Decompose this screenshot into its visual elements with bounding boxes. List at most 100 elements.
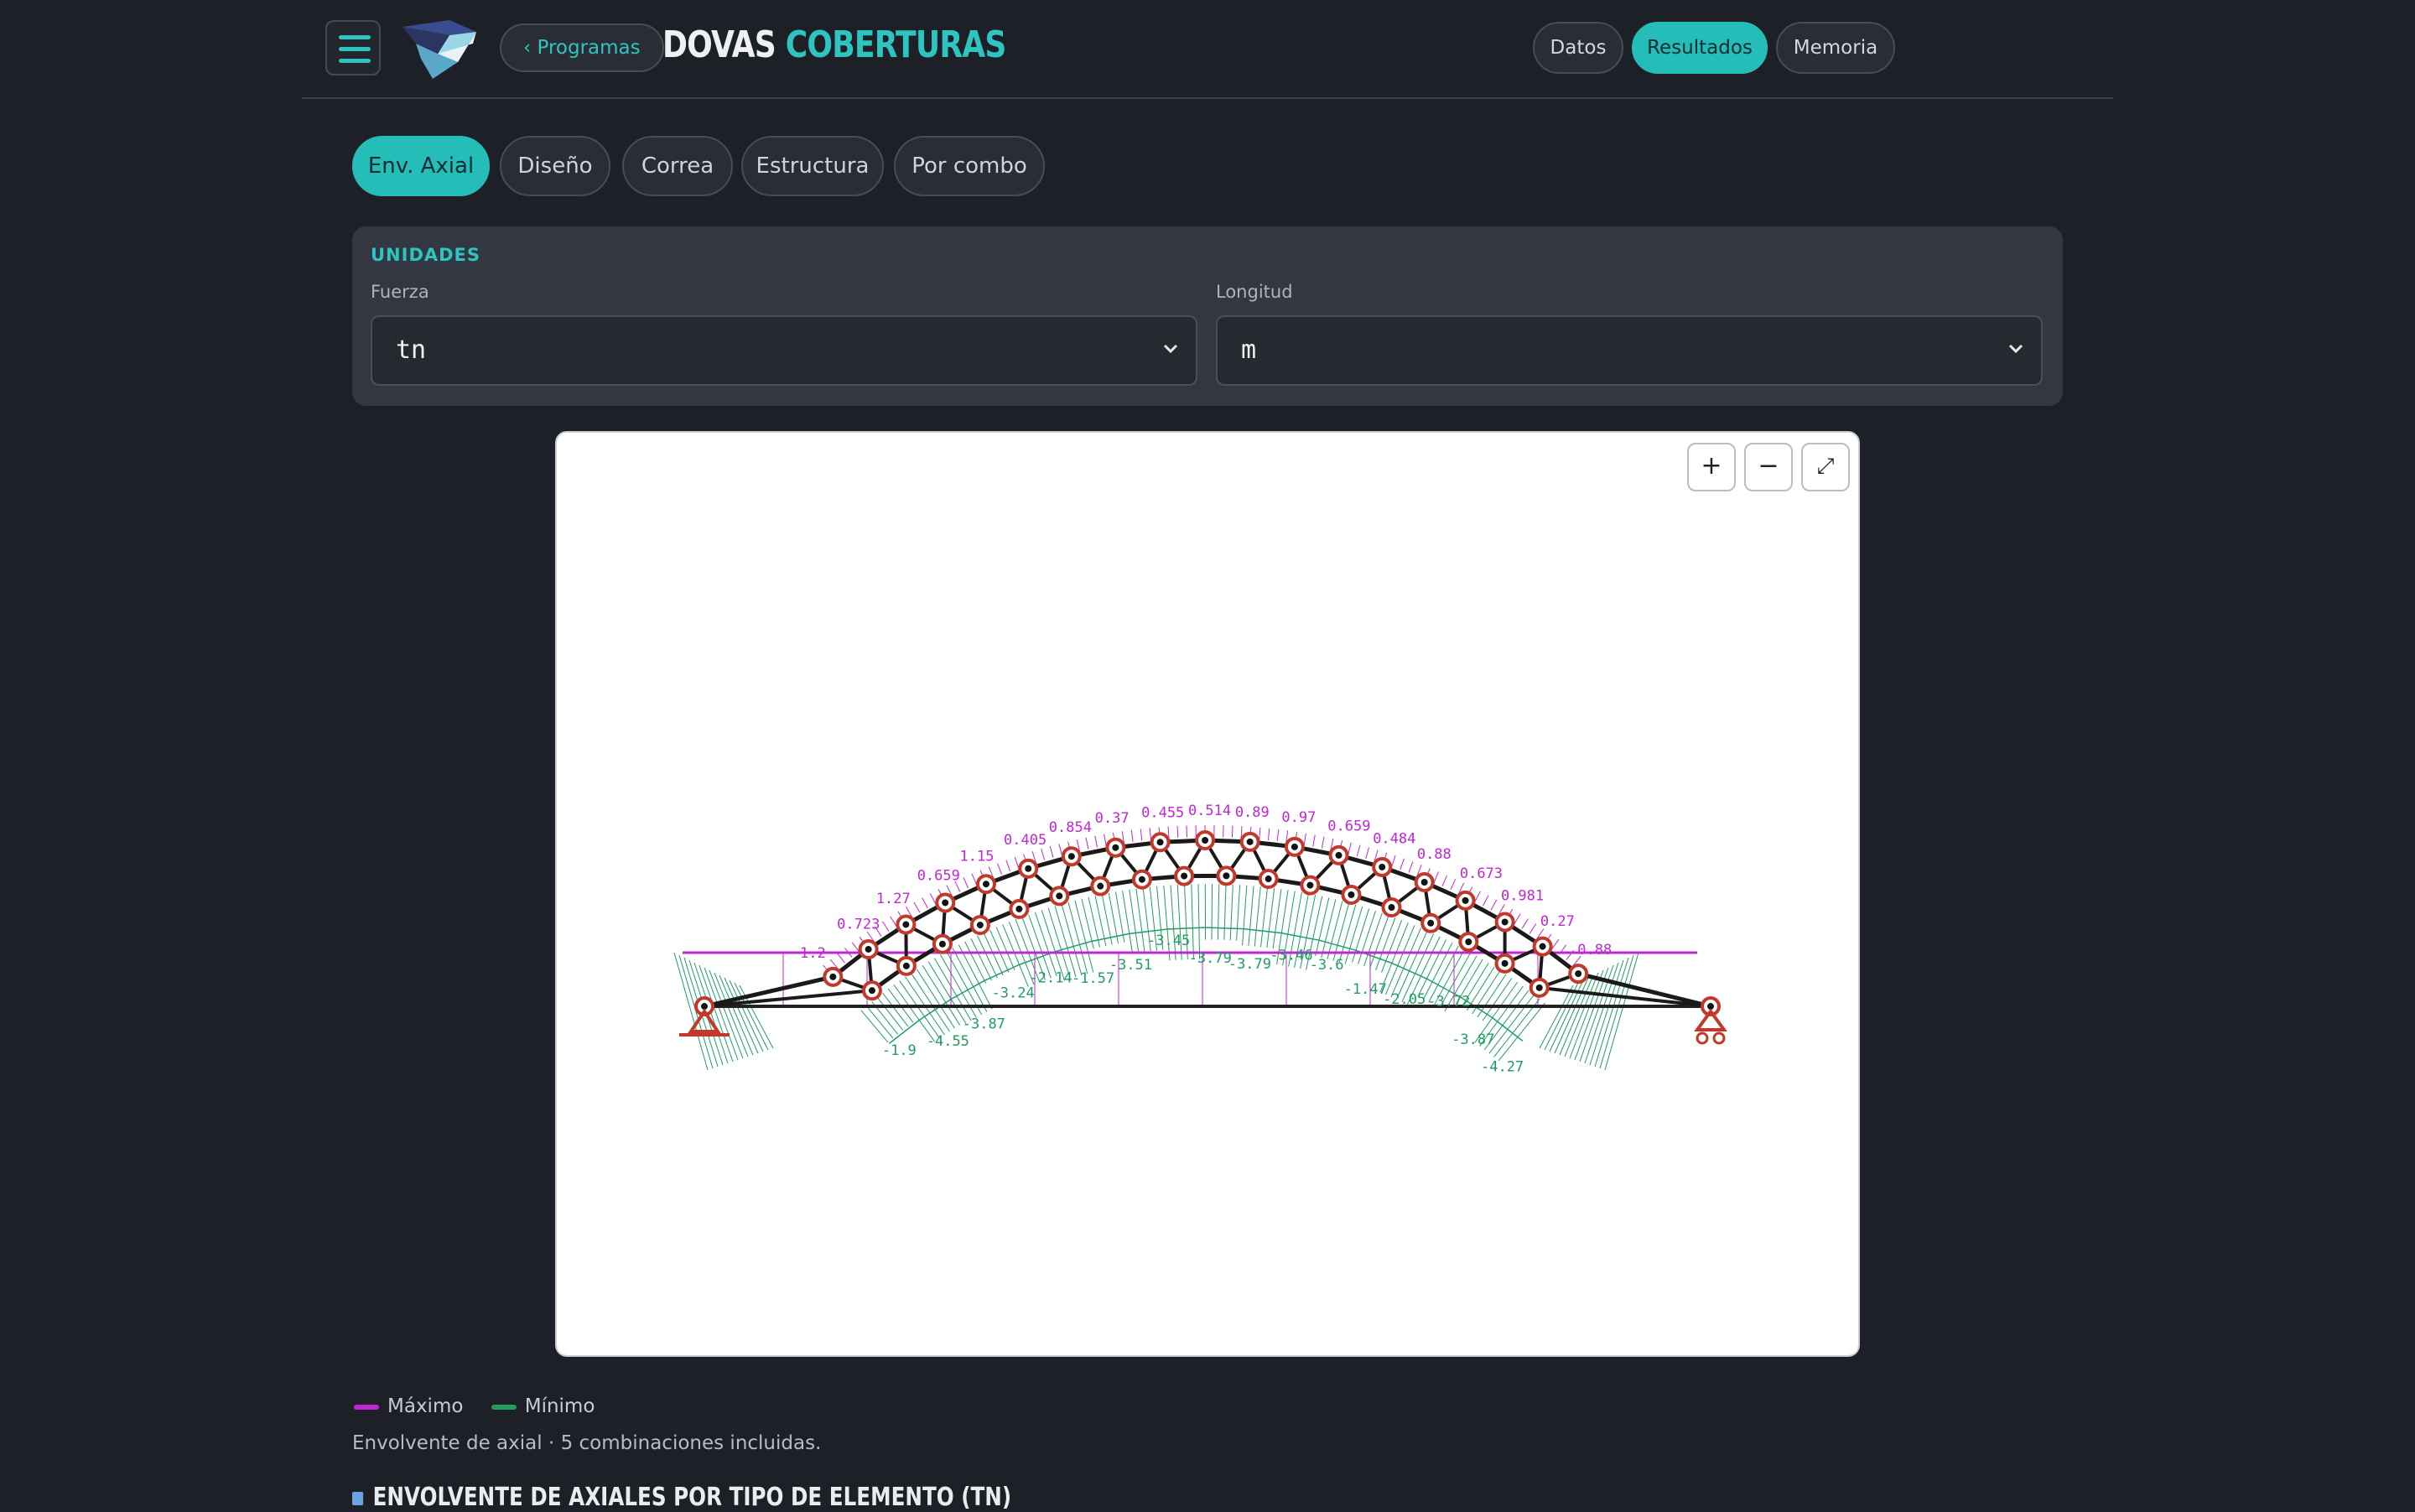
tab-diseno[interactable]: Diseño: [500, 136, 610, 196]
end-member: [1540, 988, 1711, 1006]
force-label: Fuerza: [371, 282, 429, 302]
min-envelope-hatch: [958, 945, 992, 1010]
back-to-programs-button[interactable]: ‹ Programas: [500, 23, 664, 72]
max-envelope-hatch: [1348, 843, 1351, 855]
truss-node-center: [983, 881, 989, 887]
max-envelope-hatch: [1050, 846, 1053, 858]
top-bar: ‹ Programas DOVAS COBERTURAS Datos Resul…: [302, 0, 2113, 99]
section-marker-icon: [352, 1492, 363, 1505]
truss-node-center: [903, 963, 910, 969]
tab-env-axial[interactable]: Env. Axial: [352, 136, 490, 196]
zoom-in-button[interactable]: +: [1687, 443, 1736, 491]
brand-name-part1: DOVAS: [662, 23, 776, 66]
nav-resultados[interactable]: Resultados: [1632, 22, 1768, 74]
max-envelope-hatch: [882, 922, 889, 932]
menu-button[interactable]: [325, 20, 381, 75]
min-envelope-hatch: [1322, 899, 1336, 957]
max-envelope-hatch: [1400, 859, 1405, 870]
truss-node-center: [1379, 864, 1385, 870]
min-axial-label: -3.87: [1452, 1031, 1494, 1048]
truss-node-center: [1202, 837, 1208, 844]
max-envelope-hatch: [1530, 923, 1536, 933]
max-envelope-hatch: [1357, 845, 1360, 857]
truss-node-center: [1097, 883, 1104, 890]
app-logo: [399, 18, 480, 81]
min-envelope-hatch: [861, 1011, 888, 1042]
truss-node-center: [1306, 882, 1313, 889]
min-envelope-hatch: [1230, 885, 1233, 940]
max-envelope-hatch: [1015, 857, 1019, 868]
min-envelope-hatch: [1565, 973, 1598, 1057]
truss-node-center: [1265, 876, 1272, 882]
min-envelope-hatch: [1423, 943, 1452, 1000]
envelope-note: Envolvente de axial · 5 combinaciones in…: [352, 1432, 821, 1454]
chevron-down-icon: [1161, 332, 1181, 366]
max-envelope-hatch: [914, 902, 920, 912]
max-envelope-hatch: [963, 877, 969, 888]
max-envelope-hatch: [1392, 855, 1395, 866]
min-envelope-hatch: [1029, 915, 1052, 979]
max-envelope-hatch: [930, 893, 936, 903]
min-envelope-outline: [951, 980, 984, 999]
fit-view-button[interactable]: ⤢: [1801, 443, 1850, 491]
max-envelope-hatch: [998, 863, 1002, 874]
truss-node-center: [1388, 904, 1394, 911]
max-axial-label: 0.37: [1095, 810, 1130, 827]
chevron-down-icon: [2006, 332, 2026, 366]
truss-node-center: [1462, 897, 1469, 904]
nav-datos[interactable]: Datos: [1533, 22, 1623, 74]
nav-memoria[interactable]: Memoria: [1776, 22, 1895, 74]
min-envelope-hatch: [1600, 955, 1633, 1068]
max-envelope-hatch: [1259, 828, 1260, 839]
min-envelope-hatch: [730, 980, 763, 1052]
brand-name-part2: COBERTURAS: [786, 23, 1006, 66]
max-envelope-hatch: [891, 917, 896, 927]
min-envelope-hatch: [719, 975, 753, 1055]
end-member: [1578, 974, 1711, 1006]
min-envelope-hatch: [941, 955, 977, 1018]
min-axial-label: -3.45: [1147, 933, 1190, 949]
truss-node-center: [1056, 892, 1062, 899]
min-axial-label: -3.87: [963, 1016, 1005, 1032]
tab-estructura[interactable]: Estructura: [741, 136, 884, 196]
truss-node-center: [1575, 970, 1581, 977]
legend-min: Mínimo: [491, 1395, 595, 1417]
max-envelope-hatch: [1177, 826, 1178, 838]
min-envelope-hatch: [1212, 884, 1213, 939]
app-title: DOVAS COBERTURAS: [662, 23, 1006, 66]
min-envelope-hatch: [1560, 975, 1593, 1055]
truss-node-center: [1025, 865, 1031, 872]
max-axial-label: 0.27: [1540, 913, 1575, 930]
force-unit-select[interactable]: tn: [371, 315, 1197, 386]
roller-support-icon: [1697, 1011, 1724, 1030]
min-envelope-hatch: [1243, 886, 1247, 946]
length-unit-select[interactable]: m: [1216, 315, 2043, 386]
truss-node-center: [1015, 906, 1022, 912]
tab-por-combo[interactable]: Por combo: [894, 136, 1045, 196]
tab-correa[interactable]: Correa: [622, 136, 733, 196]
max-axial-label: 0.659: [1327, 818, 1370, 835]
min-envelope-outline: [1167, 927, 1206, 929]
truss-node-center: [977, 922, 984, 928]
min-axial-label: -3.46: [1270, 947, 1312, 964]
min-axial-label: -1.57: [1072, 970, 1114, 987]
max-axial-label: 1.15: [960, 848, 995, 865]
force-unit-value: tn: [396, 335, 426, 365]
min-envelope-hatch: [1254, 886, 1260, 946]
truss-node-center: [1421, 879, 1428, 886]
min-envelope-hatch: [1003, 924, 1029, 986]
min-envelope-outline: [919, 999, 951, 1020]
min-envelope-hatch: [934, 959, 971, 1021]
max-envelope-hatch: [1131, 830, 1133, 842]
min-envelope-hatch: [1391, 928, 1421, 997]
zoom-out-button[interactable]: −: [1744, 443, 1793, 491]
min-envelope-hatch: [1327, 901, 1343, 959]
min-envelope-hatch: [1048, 908, 1070, 979]
min-envelope-hatch: [1595, 958, 1628, 1067]
max-envelope-hatch: [1268, 829, 1269, 840]
max-envelope-hatch: [852, 943, 859, 952]
max-axial-label: 1.2: [800, 945, 826, 962]
min-envelope-hatch: [900, 980, 940, 1038]
axial-diagram-canvas[interactable]: 1.20.7231.270.6591.150.4050.8540.370.455…: [555, 431, 1860, 1357]
hamburger-icon: [339, 35, 371, 39]
